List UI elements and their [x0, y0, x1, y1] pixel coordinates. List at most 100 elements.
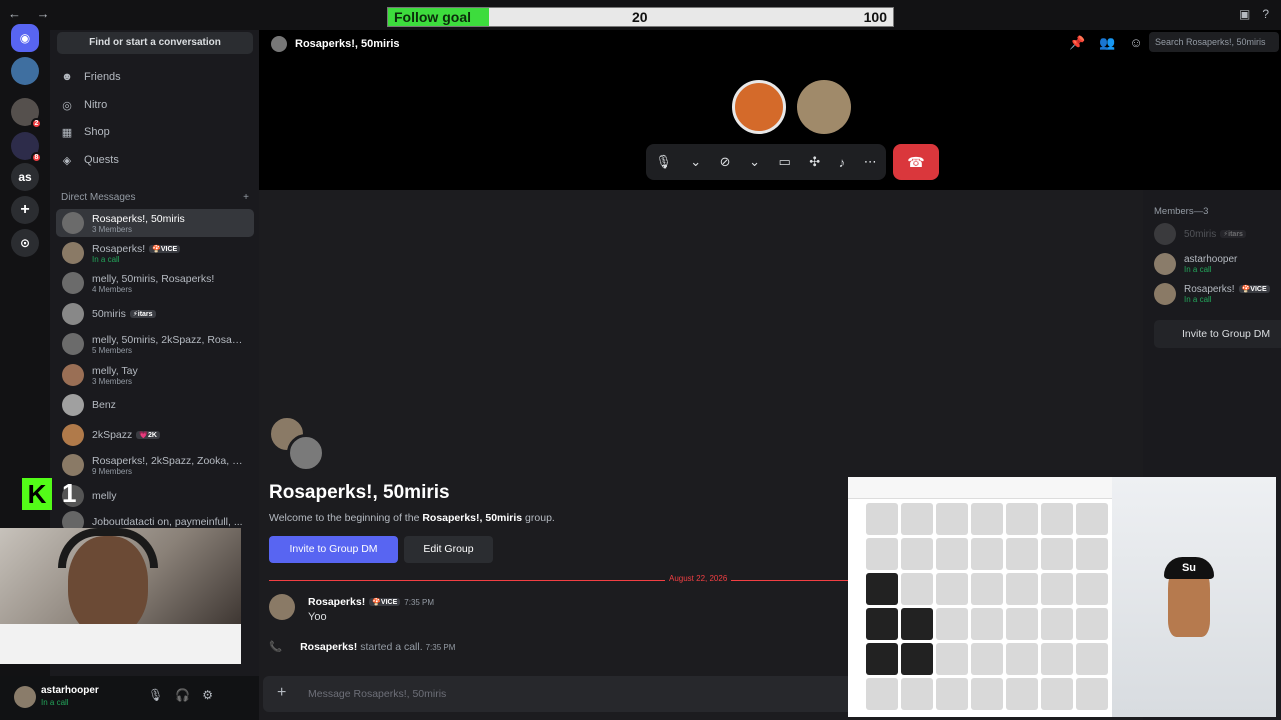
- item-tile[interactable]: [1076, 503, 1108, 535]
- dm-item[interactable]: Rosaperks!, 50miris 3 Members: [56, 209, 254, 237]
- mic-icon[interactable]: 🎙: [655, 154, 672, 170]
- item-tile[interactable]: [971, 678, 1003, 710]
- item-tile[interactable]: [936, 678, 968, 710]
- pin-icon[interactable]: 📌: [1069, 35, 1085, 51]
- item-tile[interactable]: [1006, 503, 1038, 535]
- dm-item[interactable]: Rosaperks!, 2kSpazz, Zooka, Ko... 9 Memb…: [56, 451, 254, 479]
- item-tile[interactable]: [901, 503, 933, 535]
- item-tile[interactable]: [971, 573, 1003, 605]
- item-tile[interactable]: [1076, 608, 1108, 640]
- help-icon[interactable]: ?: [1262, 7, 1269, 21]
- add-friends-icon[interactable]: 👥: [1099, 35, 1115, 51]
- headphones-icon[interactable]: 🎧: [175, 688, 190, 702]
- inbox-icon[interactable]: ▣: [1239, 7, 1250, 21]
- item-tile[interactable]: [1006, 573, 1038, 605]
- nav-quests[interactable]: ◈ Quests: [60, 148, 119, 172]
- member-item[interactable]: astarhooper In a call: [1154, 250, 1237, 278]
- call-participant-avatar[interactable]: [732, 80, 786, 134]
- item-tile[interactable]: [971, 538, 1003, 570]
- item-tile[interactable]: [901, 643, 933, 675]
- item-tile[interactable]: [971, 503, 1003, 535]
- item-tile[interactable]: [866, 538, 898, 570]
- item-tile[interactable]: [971, 608, 1003, 640]
- avatar[interactable]: [14, 686, 36, 708]
- item-tile[interactable]: [1041, 643, 1073, 675]
- gear-icon[interactable]: ⚙: [202, 688, 213, 702]
- mic-icon[interactable]: 🎙: [148, 688, 163, 702]
- item-tile[interactable]: [971, 643, 1003, 675]
- item-tile[interactable]: [936, 538, 968, 570]
- dm-item[interactable]: 50miris ⚡itars: [56, 300, 254, 328]
- item-tile[interactable]: [936, 643, 968, 675]
- item-tile[interactable]: [1006, 538, 1038, 570]
- user-name[interactable]: astarhooper: [41, 685, 99, 696]
- server-1-icon[interactable]: [11, 57, 39, 85]
- item-tile[interactable]: [936, 573, 968, 605]
- message-input[interactable]: Message Rosaperks!, 50miris: [308, 688, 446, 700]
- item-tile[interactable]: [1041, 608, 1073, 640]
- dm-item[interactable]: melly: [56, 482, 254, 510]
- call-participant-avatar[interactable]: [797, 80, 851, 134]
- item-tile[interactable]: [866, 608, 898, 640]
- item-tile[interactable]: [1076, 678, 1108, 710]
- camera-off-icon[interactable]: ⊘: [720, 154, 731, 170]
- item-tile[interactable]: [1041, 538, 1073, 570]
- item-tile[interactable]: [866, 503, 898, 535]
- dm-item[interactable]: melly, 50miris, 2kSpazz, Rosape... 5 Mem…: [56, 330, 254, 358]
- create-dm-icon[interactable]: +: [243, 192, 249, 203]
- message-composer[interactable]: + Message Rosaperks!, 50miris: [263, 676, 853, 712]
- dm-item[interactable]: Rosaperks! 🍄VICE In a call: [56, 239, 254, 267]
- item-tile[interactable]: [1041, 573, 1073, 605]
- edit-group-button[interactable]: Edit Group: [404, 536, 493, 563]
- activities-icon[interactable]: ✣: [809, 154, 820, 170]
- more-icon[interactable]: ⋯: [864, 154, 877, 170]
- dm-item[interactable]: 2kSpazz 💗2K: [56, 421, 254, 449]
- item-tile[interactable]: [936, 608, 968, 640]
- discord-home-icon[interactable]: ◉: [11, 24, 39, 52]
- item-tile[interactable]: [901, 678, 933, 710]
- item-tile[interactable]: [1076, 538, 1108, 570]
- item-tile[interactable]: [1041, 678, 1073, 710]
- screen-share-icon[interactable]: ▭: [778, 154, 790, 170]
- item-tile[interactable]: [1076, 573, 1108, 605]
- member-item[interactable]: Rosaperks! 🍄VICE In a call: [1154, 280, 1270, 308]
- plus-icon[interactable]: +: [277, 684, 286, 702]
- dm-item[interactable]: Benz: [56, 391, 254, 419]
- item-tile[interactable]: [866, 573, 898, 605]
- dm-item[interactable]: melly, 50miris, Rosaperks! 4 Members: [56, 269, 254, 297]
- members-icon[interactable]: ☺: [1129, 35, 1142, 51]
- game-screen-overlay: Su: [848, 477, 1276, 717]
- server-as-icon[interactable]: as: [11, 163, 39, 191]
- item-tile[interactable]: [1076, 643, 1108, 675]
- hangup-button[interactable]: ☎: [893, 144, 939, 180]
- item-tile[interactable]: [936, 503, 968, 535]
- avatar[interactable]: [269, 594, 295, 620]
- chevron-down-icon[interactable]: ⌄: [749, 154, 760, 170]
- nav-shop[interactable]: ▦ Shop: [60, 120, 110, 144]
- add-server-icon[interactable]: +: [11, 196, 39, 224]
- item-tile[interactable]: [866, 678, 898, 710]
- user-status: In a call: [41, 698, 69, 707]
- search-input[interactable]: Search Rosaperks!, 50miris: [1149, 32, 1279, 52]
- invite-to-group-button[interactable]: Invite to Group DM: [269, 536, 398, 563]
- server-2-icon[interactable]: 2: [11, 98, 42, 129]
- item-tile[interactable]: [1041, 503, 1073, 535]
- nav-friends[interactable]: ☻ Friends: [60, 65, 120, 89]
- item-tile[interactable]: [1006, 608, 1038, 640]
- server-3-icon[interactable]: 8: [11, 132, 42, 163]
- discover-icon[interactable]: ⊙: [11, 229, 39, 257]
- item-tile[interactable]: [901, 573, 933, 605]
- dm-item[interactable]: melly, Tay 3 Members: [56, 361, 254, 389]
- item-tile[interactable]: [1006, 678, 1038, 710]
- item-tile[interactable]: [866, 643, 898, 675]
- item-tile[interactable]: [901, 538, 933, 570]
- members-invite-button[interactable]: Invite to Group DM: [1154, 320, 1281, 348]
- member-item[interactable]: 50miris ⚡itars: [1154, 220, 1246, 248]
- item-tile[interactable]: [901, 608, 933, 640]
- nav-arrows[interactable]: ← →: [8, 6, 56, 21]
- item-tile[interactable]: [1006, 643, 1038, 675]
- find-conversation-button[interactable]: Find or start a conversation: [57, 32, 253, 54]
- nav-nitro[interactable]: ◎ Nitro: [60, 93, 107, 117]
- chevron-down-icon[interactable]: ⌄: [690, 154, 701, 170]
- soundboard-icon[interactable]: ♪: [839, 155, 846, 170]
